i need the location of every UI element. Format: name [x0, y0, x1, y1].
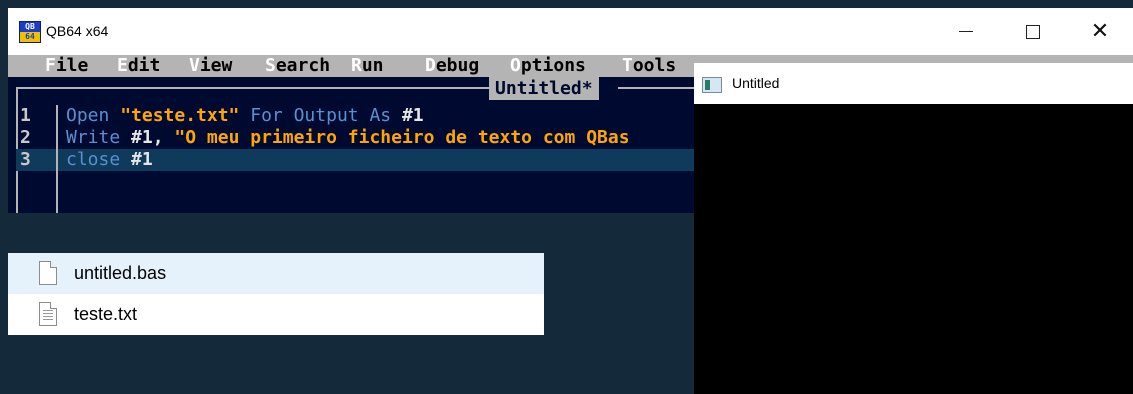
editor-frame-top-left: [16, 87, 489, 89]
qb64-icon-bottom-text: 64: [20, 32, 40, 42]
menu-run-label: un: [361, 55, 384, 76]
menu-options-hotkey: O: [510, 55, 521, 76]
file-number: #1: [401, 105, 424, 126]
menu-tools[interactable]: Tools: [622, 55, 676, 77]
keyword: Open: [66, 105, 121, 126]
menu-file-hotkey: F: [45, 55, 56, 76]
qb64-titlebar[interactable]: QB 64 QB64 x64 ✕: [8, 8, 1133, 55]
line-number: 3: [20, 149, 31, 170]
menu-view-label: iew: [199, 55, 233, 76]
text-document-icon: [39, 302, 57, 326]
menu-edit-label: dit: [127, 55, 161, 76]
menu-run-hotkey: R: [351, 55, 362, 76]
menu-options-label: ptions: [520, 55, 586, 76]
menu-debug-label: ebug: [435, 55, 480, 76]
window-title: QB64 x64: [46, 23, 109, 39]
menu-file-label: ile: [55, 55, 89, 76]
maximize-icon: [1026, 24, 1040, 39]
menu-edit-hotkey: E: [117, 55, 128, 76]
string-literal: "O meu primeiro ficheiro de texto com QB…: [174, 127, 630, 148]
code-text: Open "teste.txt" For Output As #1: [66, 105, 424, 127]
file-name: untitled.bas: [74, 263, 167, 283]
text-lines-decoration: [43, 310, 53, 322]
keyword: close: [66, 149, 132, 170]
menu-options[interactable]: Options: [510, 55, 586, 77]
line-number: 1: [20, 105, 31, 126]
menu-search-label: earch: [275, 55, 331, 76]
menu-file[interactable]: File: [45, 55, 88, 77]
file-list: untitled.bas teste.txt: [8, 253, 544, 335]
string-literal: "teste.txt": [120, 105, 240, 126]
close-icon: ✕: [1090, 18, 1110, 44]
maximize-button[interactable]: [1000, 8, 1066, 55]
list-item-teste-txt[interactable]: teste.txt: [8, 294, 544, 335]
file-number: #1,: [131, 127, 175, 148]
output-titlebar[interactable]: Untitled: [694, 63, 1133, 104]
editor-file-title: Untitled*: [489, 77, 599, 100]
blank-document-icon: [39, 261, 57, 285]
list-item-untitled-bas[interactable]: untitled.bas: [8, 253, 544, 294]
menu-debug[interactable]: Debug: [425, 55, 479, 77]
code-text: close #1: [66, 149, 153, 171]
menu-tools-label: ools: [632, 55, 677, 76]
code-text: Write #1, "O meu primeiro ficheiro de te…: [66, 127, 630, 149]
menu-debug-hotkey: D: [425, 55, 436, 76]
output-window-title: Untitled: [732, 75, 780, 91]
qb64-app-icon: QB 64: [19, 21, 41, 43]
line-number-gutter-divider: [56, 105, 58, 213]
file-number: #1: [131, 149, 153, 170]
menu-search-hotkey: S: [265, 55, 276, 76]
close-button[interactable]: ✕: [1067, 8, 1133, 55]
menu-tools-hotkey: T: [622, 55, 633, 76]
minimize-icon: [959, 31, 973, 32]
menu-view-hotkey: V: [189, 55, 200, 76]
keyword: Write: [66, 127, 132, 148]
menu-view[interactable]: View: [189, 55, 232, 77]
menu-search[interactable]: Search: [265, 55, 330, 77]
menu-edit[interactable]: Edit: [117, 55, 160, 77]
program-window-icon: [702, 77, 722, 93]
file-name: teste.txt: [74, 304, 138, 324]
minimize-button[interactable]: [933, 8, 999, 55]
keyword: For Output As: [239, 105, 402, 126]
qb64-icon-top-text: QB: [25, 22, 35, 31]
line-number: 2: [20, 127, 31, 148]
menu-run[interactable]: Run: [351, 55, 384, 77]
program-output-window: Untitled: [694, 63, 1133, 394]
